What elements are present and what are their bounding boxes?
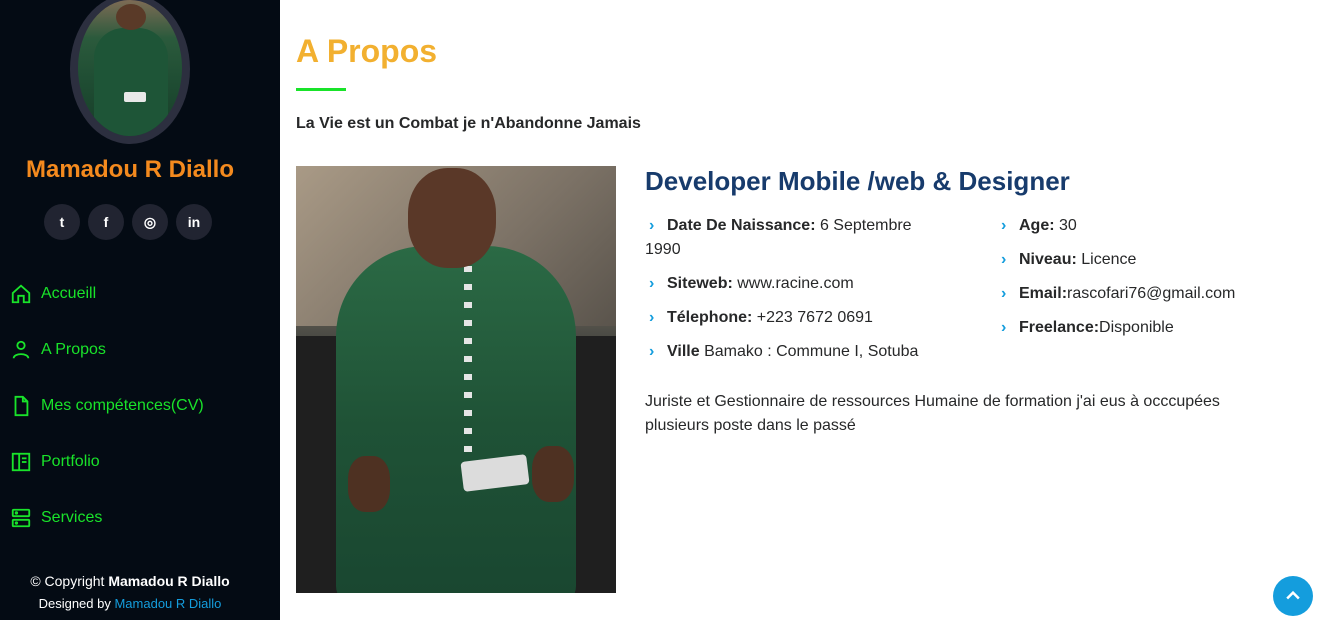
about-description: Juriste et Gestionnaire de ressources Hu… — [645, 393, 1220, 434]
nav-label: Services — [41, 509, 103, 526]
chevron-right-icon: › — [649, 217, 655, 234]
nav-item-portfolio[interactable]: Portfolio — [10, 448, 204, 476]
server-icon — [11, 508, 31, 528]
nav-label: A Propos — [41, 341, 106, 358]
info-item-email: › Email:rascofari76@gmail.com — [997, 282, 1287, 306]
sidebar: Mamadou R Diallo t f ◎ in Accueill A Pro… — [0, 0, 280, 620]
info-list-left: › Date De Naissance: 6 Septembre 1990 › Si… — [645, 214, 945, 374]
nav-label: Accueill — [41, 285, 97, 302]
chevron-right-icon: › — [1001, 285, 1007, 302]
tagline: La Vie est un Combat je n'Abandonne Jama… — [296, 115, 641, 132]
chevron-right-icon: › — [649, 309, 655, 326]
back-to-top-button[interactable] — [1273, 576, 1313, 616]
section-title: A Propos — [296, 33, 438, 69]
copyright-name: Mamadou R Diallo — [108, 573, 230, 589]
nav-item-a-propos[interactable]: A Propos — [10, 336, 204, 364]
nav-label: Mes compétences(CV) — [41, 397, 204, 414]
info-item-level: › Niveau: Licence — [997, 248, 1287, 272]
about-section: A Propos La Vie est un Combat je n'Aband… — [296, 0, 1323, 620]
profile-photo — [296, 166, 616, 593]
facebook-icon[interactable]: f — [88, 204, 124, 240]
instagram-icon[interactable]: ◎ — [132, 204, 168, 240]
info-item-city: › Ville Bamako : Commune I, Sotuba — [645, 340, 945, 364]
info-item-birthdate: › Date De Naissance: 6 Septembre 1990 — [645, 214, 945, 262]
avatar — [70, 0, 190, 144]
nav-item-services[interactable]: Services — [10, 504, 204, 532]
designer-link[interactable]: Mamadou R Diallo — [114, 596, 221, 611]
chevron-right-icon: › — [649, 275, 655, 292]
chevron-right-icon: › — [1001, 217, 1007, 234]
chevron-right-icon: › — [1001, 251, 1007, 268]
social-links: t f ◎ in — [44, 204, 212, 240]
chevron-up-icon — [1286, 590, 1300, 600]
file-icon — [14, 395, 29, 417]
avatar-photo — [78, 0, 182, 136]
title-underline — [296, 88, 346, 91]
nav-label: Portfolio — [41, 453, 100, 470]
profile-name: Mamadou R Diallo — [25, 156, 235, 183]
info-item-phone: › Télephone: +223 7672 0691 — [645, 306, 945, 330]
info-item-freelance: › Freelance:Disponible — [997, 316, 1287, 340]
role-title: Developer Mobile /web & Designer — [645, 166, 1070, 196]
nav-menu: Accueill A Propos Mes compétences(CV) Po… — [10, 280, 204, 560]
person-icon — [12, 340, 30, 359]
info-item-age: › Age: 30 — [997, 214, 1287, 238]
copyright: © Copyright Mamadou R Diallo — [30, 573, 230, 589]
twitter-icon[interactable]: t — [44, 204, 80, 240]
chevron-right-icon: › — [649, 343, 655, 360]
credits: Designed by Mamadou R Diallo — [38, 596, 222, 611]
nav-item-competences[interactable]: Mes compétences(CV) — [10, 392, 204, 420]
nav-item-accueill[interactable]: Accueill — [10, 280, 204, 308]
linkedin-icon[interactable]: in — [176, 204, 212, 240]
layout-icon — [11, 452, 31, 472]
home-icon — [11, 284, 31, 304]
info-item-website: › Siteweb: www.racine.com — [645, 272, 945, 296]
footer: © Copyright Mamadou R Diallo Designed by… — [0, 573, 260, 611]
chevron-right-icon: › — [1001, 319, 1007, 336]
info-list-right: › Age: 30 › Niveau: Licence › Email:rascofa… — [997, 214, 1287, 350]
